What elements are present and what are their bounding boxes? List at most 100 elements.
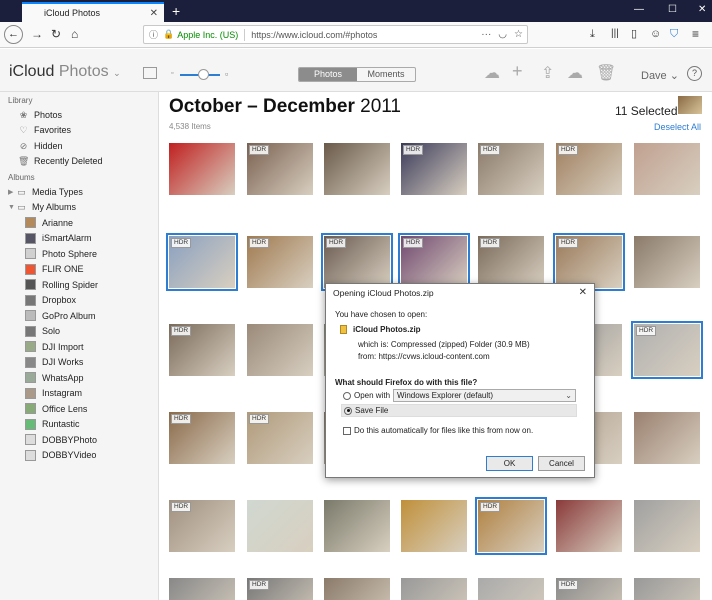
add-icon[interactable]: + bbox=[512, 61, 523, 82]
photo-thumbnail[interactable] bbox=[324, 578, 390, 600]
photo-thumbnail[interactable]: HDR bbox=[169, 324, 235, 376]
photo-thumbnail[interactable] bbox=[401, 578, 467, 600]
bookmark-star-icon[interactable]: ☆ bbox=[514, 29, 523, 40]
sidebar-item-favorites[interactable]: ♡ Favorites bbox=[0, 123, 158, 139]
photo-thumbnail[interactable]: HDR bbox=[169, 412, 235, 464]
deselect-all-link[interactable]: Deselect All bbox=[654, 122, 701, 132]
photo-thumbnail[interactable] bbox=[169, 578, 235, 600]
app-brand[interactable]: iCloud Photos ⌄ bbox=[9, 63, 121, 81]
menu-icon[interactable]: ≡ bbox=[692, 27, 699, 41]
pocket-icon[interactable]: ◡ bbox=[498, 29, 507, 40]
user-menu[interactable]: Dave ⌄ bbox=[641, 69, 679, 82]
ok-button[interactable]: OK bbox=[486, 456, 533, 471]
open-with-select[interactable]: Windows Explorer (default) ⌄ bbox=[393, 389, 576, 402]
sidebar-item-hidden[interactable]: ⊘ Hidden bbox=[0, 138, 158, 154]
new-tab-icon[interactable]: + bbox=[172, 3, 180, 19]
extension-icon[interactable]: ⛉ bbox=[670, 27, 678, 41]
photo-thumbnail[interactable]: HDR bbox=[478, 143, 544, 195]
url-bar[interactable]: ⓘ 🔒 Apple Inc. (US) https://www.icloud.c… bbox=[143, 25, 528, 44]
photo-thumbnail[interactable]: HDR bbox=[553, 233, 625, 291]
close-icon[interactable]: ✕ bbox=[579, 287, 587, 298]
help-icon[interactable]: ? bbox=[687, 66, 702, 81]
close-tab-icon[interactable]: ✕ bbox=[150, 8, 158, 19]
zoom-in-icon[interactable]: ▫ bbox=[225, 69, 228, 79]
back-icon[interactable]: ← bbox=[4, 25, 23, 44]
library-icon[interactable]: ||| bbox=[611, 27, 619, 41]
forward-icon[interactable]: → bbox=[31, 27, 43, 41]
photo-thumbnail[interactable] bbox=[401, 500, 467, 552]
photo-thumbnail[interactable]: HDR bbox=[398, 233, 470, 291]
save-file-option[interactable]: Save File bbox=[341, 404, 577, 417]
sidebar-item-recently-deleted[interactable]: 🗑 Recently Deleted bbox=[0, 154, 158, 170]
sidebar-item-album[interactable]: Runtastic bbox=[0, 417, 158, 433]
trash-icon[interactable]: 🗑 bbox=[596, 63, 616, 83]
tab-moments[interactable]: Moments bbox=[357, 68, 415, 81]
photo-thumbnail[interactable] bbox=[634, 412, 700, 464]
sidebar-item-album[interactable]: DJI Works bbox=[0, 355, 158, 371]
photo-thumbnail[interactable] bbox=[634, 143, 700, 195]
sidebar-item-media-types[interactable]: ▶ ▭ Media Types bbox=[0, 184, 158, 200]
open-with-option[interactable]: Open with bbox=[343, 391, 390, 400]
sidebar-item-photos[interactable]: ❀ Photos bbox=[0, 107, 158, 123]
photo-thumbnail[interactable] bbox=[556, 500, 622, 552]
zoom-out-icon[interactable]: ▫ bbox=[171, 70, 173, 77]
photo-thumbnail[interactable] bbox=[247, 324, 313, 376]
sidebar-item-album[interactable]: DOBBYVideo bbox=[0, 448, 158, 464]
tab-photos[interactable]: Photos bbox=[299, 68, 357, 81]
sidebar-panel-icon[interactable] bbox=[143, 67, 157, 79]
photo-thumbnail[interactable] bbox=[324, 500, 390, 552]
photo-thumbnail[interactable] bbox=[634, 500, 700, 552]
sidebar-item-album[interactable]: Arianne bbox=[0, 215, 158, 231]
zoom-slider[interactable] bbox=[180, 69, 220, 80]
sidebar-item-album[interactable]: Office Lens bbox=[0, 401, 158, 417]
photo-thumbnail[interactable] bbox=[634, 578, 700, 600]
photo-thumbnail[interactable]: HDR bbox=[169, 500, 235, 552]
view-switcher[interactable]: Photos Moments bbox=[298, 67, 416, 82]
reload-icon[interactable]: ↻ bbox=[51, 27, 61, 41]
photo-thumbnail[interactable] bbox=[324, 143, 390, 195]
open-with-radio[interactable] bbox=[343, 391, 351, 400]
sidebar-item-album[interactable]: Photo Sphere bbox=[0, 246, 158, 262]
photo-thumbnail[interactable]: HDR bbox=[556, 578, 622, 600]
download-cloud-icon[interactable]: ☁ bbox=[567, 63, 583, 83]
sidebar-item-album[interactable]: FLIR ONE bbox=[0, 262, 158, 278]
photo-thumbnail[interactable]: HDR bbox=[166, 233, 238, 291]
expand-icon[interactable]: ▶ bbox=[8, 188, 16, 196]
sidebar-item-album[interactable]: DOBBYPhoto bbox=[0, 432, 158, 448]
url-text[interactable]: https://www.icloud.com/#photos bbox=[251, 30, 377, 40]
save-file-radio[interactable] bbox=[344, 406, 352, 415]
zoom-slider-knob[interactable] bbox=[198, 69, 209, 80]
photo-thumbnail[interactable]: HDR bbox=[631, 321, 703, 379]
sidebar-item-my-albums[interactable]: ▼ ▭ My Albums bbox=[0, 200, 158, 216]
sidebar-item-album[interactable]: Solo bbox=[0, 324, 158, 340]
photo-thumbnail[interactable]: HDR bbox=[247, 143, 313, 195]
info-icon[interactable]: ⓘ bbox=[149, 28, 158, 41]
upload-icon[interactable]: ☁ bbox=[484, 63, 500, 83]
sidebar-item-album[interactable]: Dropbox bbox=[0, 293, 158, 309]
cancel-button[interactable]: Cancel bbox=[538, 456, 585, 471]
photo-thumbnail[interactable] bbox=[634, 236, 700, 288]
maximize-icon[interactable]: ☐ bbox=[668, 4, 677, 15]
photo-thumbnail[interactable]: HDR bbox=[247, 578, 313, 600]
sidebar-toggle-icon[interactable]: ▯ bbox=[631, 27, 637, 41]
photo-thumbnail[interactable] bbox=[247, 500, 313, 552]
sidebar-item-album[interactable]: Rolling Spider bbox=[0, 277, 158, 293]
photo-thumbnail[interactable]: HDR bbox=[401, 143, 467, 195]
photo-thumbnail[interactable]: HDR bbox=[321, 233, 393, 291]
photo-thumbnail[interactable]: HDR bbox=[556, 143, 622, 195]
photo-thumbnail[interactable]: HDR bbox=[247, 236, 313, 288]
sidebar-item-album[interactable]: Instagram bbox=[0, 386, 158, 402]
close-window-icon[interactable]: ✕ bbox=[698, 4, 706, 15]
share-icon[interactable]: ⇪ bbox=[541, 63, 554, 83]
auto-checkbox[interactable] bbox=[343, 426, 351, 435]
photo-thumbnail[interactable]: HDR bbox=[247, 412, 313, 464]
sidebar-item-album[interactable]: GoPro Album bbox=[0, 308, 158, 324]
auto-option[interactable]: Do this automatically for files like thi… bbox=[343, 426, 533, 435]
photo-thumbnail[interactable] bbox=[169, 143, 235, 195]
home-icon[interactable]: ⌂ bbox=[71, 27, 78, 41]
photo-thumbnail[interactable]: HDR bbox=[478, 236, 544, 288]
sidebar-item-album[interactable]: DJI Import bbox=[0, 339, 158, 355]
photo-thumbnail[interactable] bbox=[478, 578, 544, 600]
account-icon[interactable]: ☺ bbox=[650, 27, 661, 41]
sidebar-item-album[interactable]: WhatsApp bbox=[0, 370, 158, 386]
